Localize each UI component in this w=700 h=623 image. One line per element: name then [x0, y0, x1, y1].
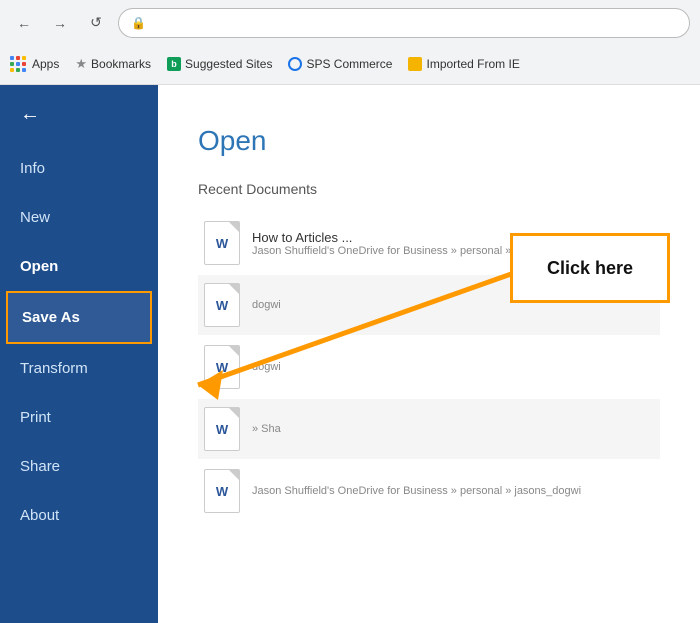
doc-path-2: dogwi — [252, 361, 281, 373]
page-title: Open — [198, 125, 660, 157]
doc-path-3: » Sha — [252, 423, 281, 435]
word-icon-0: W — [204, 221, 240, 265]
sidebar-item-new[interactable]: New — [0, 193, 158, 242]
doc-item-3[interactable]: W » Sha — [198, 399, 660, 459]
address-bar[interactable]: 🔒 — [118, 8, 690, 38]
sps-icon — [288, 57, 302, 71]
bookmark-apps[interactable]: Apps — [10, 56, 59, 72]
sidebar-item-open[interactable]: Open — [0, 242, 158, 291]
bookmark-sps-commerce[interactable]: SPS Commerce — [288, 57, 392, 71]
doc-info-4: Jason Shuffield's OneDrive for Business … — [252, 485, 581, 497]
ie-label: Imported From IE — [426, 57, 519, 71]
doc-item-4[interactable]: W Jason Shuffield's OneDrive for Busines… — [198, 461, 660, 521]
doc-info-1: dogwi — [252, 299, 281, 311]
doc-path-4: Jason Shuffield's OneDrive for Business … — [252, 485, 581, 497]
sidebar-nav: Info New Open Save As Transform Print Sh… — [0, 144, 158, 623]
word-icon-1: W — [204, 283, 240, 327]
sidebar-item-share[interactable]: Share — [0, 442, 158, 491]
browser-chrome: ← → ↺ 🔒 Apps ★ Bookmarks b Suggested Sit… — [0, 0, 700, 85]
bookmark-suggested-sites[interactable]: b Suggested Sites — [167, 57, 272, 71]
word-icon-3: W — [204, 407, 240, 451]
word-icon-2: W — [204, 345, 240, 389]
star-icon: ★ — [75, 56, 87, 72]
doc-path-1: dogwi — [252, 299, 281, 311]
sidebar-back-button[interactable]: ← — [0, 85, 158, 144]
sidebar-item-saveas[interactable]: Save As — [6, 291, 152, 344]
sps-label: SPS Commerce — [306, 57, 392, 71]
suggested-sites-label: Suggested Sites — [185, 57, 272, 71]
doc-info-3: » Sha — [252, 423, 281, 435]
back-button[interactable]: ← — [10, 9, 38, 37]
click-here-label: Click here — [547, 258, 633, 279]
recent-documents-label: Recent Documents — [198, 181, 660, 197]
sidebar-item-print[interactable]: Print — [0, 393, 158, 442]
doc-item-2[interactable]: W dogwi — [198, 337, 660, 397]
sidebar: ← Info New Open Save As Transform Print … — [0, 85, 158, 623]
ie-icon — [408, 57, 422, 71]
main-content: Open Recent Documents W How to Articles … — [158, 85, 700, 623]
bookmark-imported-ie[interactable]: Imported From IE — [408, 57, 519, 71]
lock-icon: 🔒 — [131, 16, 146, 30]
bookmark-bookmarks[interactable]: ★ Bookmarks — [75, 56, 151, 72]
sidebar-item-about[interactable]: About — [0, 491, 158, 540]
bookmarks-label: Bookmarks — [91, 57, 151, 71]
doc-info-2: dogwi — [252, 361, 281, 373]
apps-grid-icon — [10, 56, 26, 72]
sidebar-item-transform[interactable]: Transform — [0, 344, 158, 393]
sidebar-item-info[interactable]: Info — [0, 144, 158, 193]
bookmarks-bar: Apps ★ Bookmarks b Suggested Sites SPS C… — [0, 45, 700, 83]
forward-button[interactable]: → — [46, 9, 74, 37]
word-icon-4: W — [204, 469, 240, 513]
click-here-callout: Click here — [510, 233, 670, 303]
suggested-sites-icon: b — [167, 57, 181, 71]
apps-label: Apps — [32, 57, 59, 71]
refresh-button[interactable]: ↺ — [82, 9, 110, 37]
app-layout: ← Info New Open Save As Transform Print … — [0, 85, 700, 623]
